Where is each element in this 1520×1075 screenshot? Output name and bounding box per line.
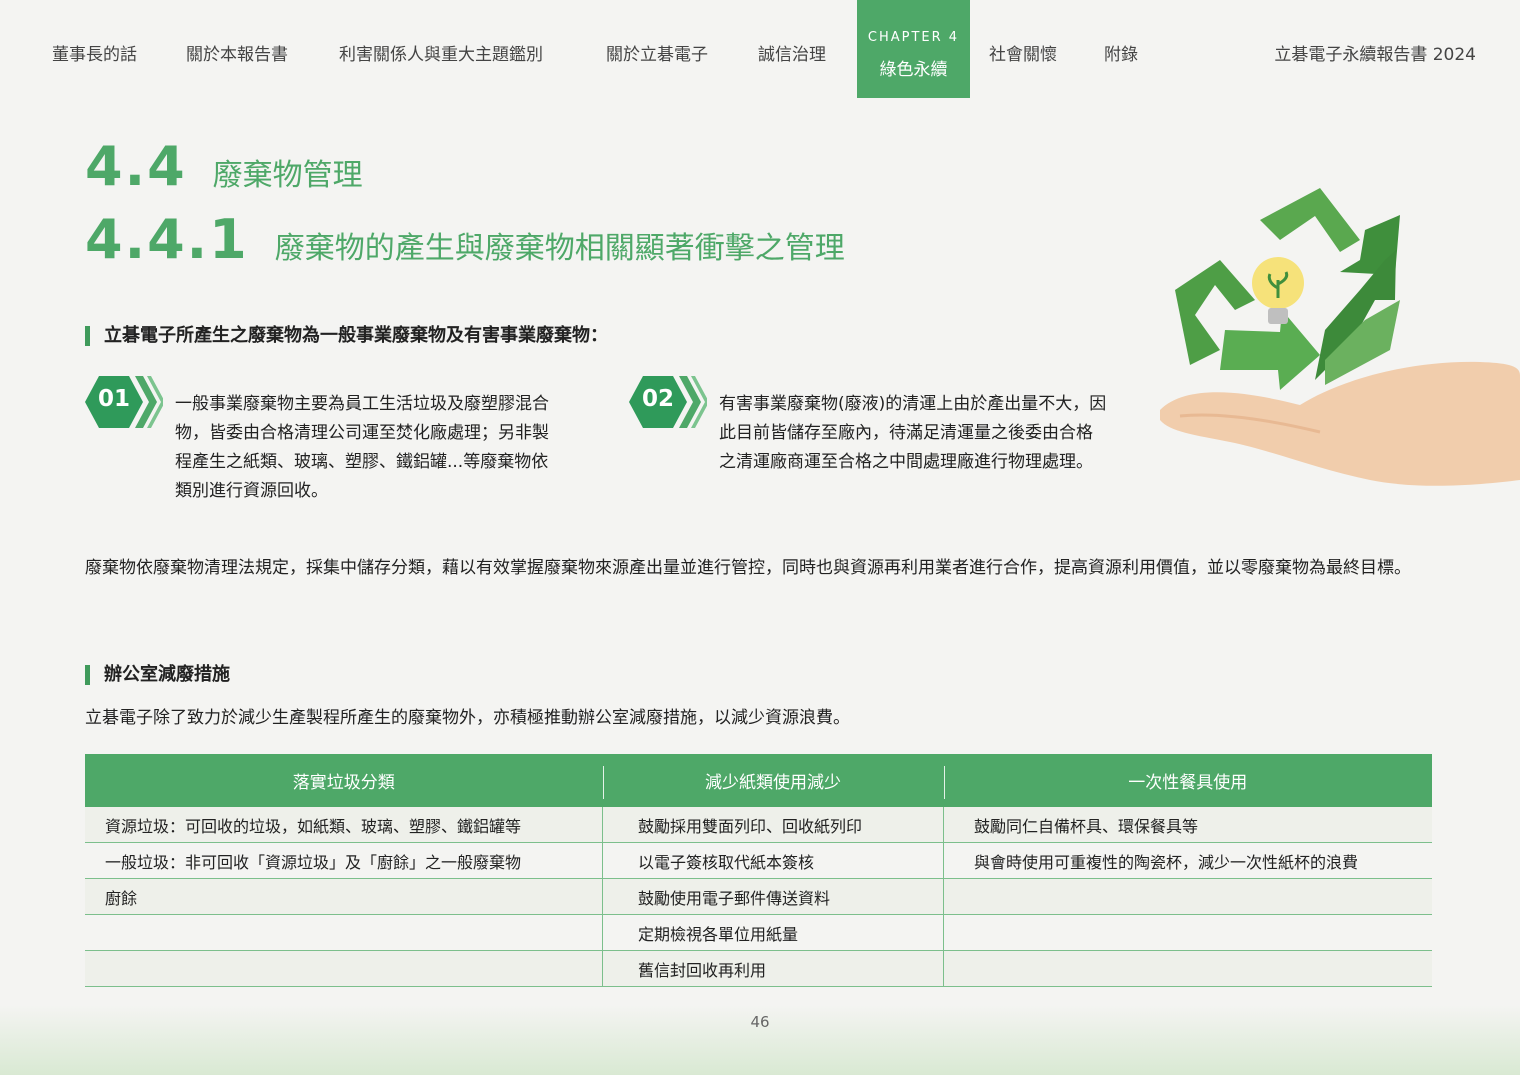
table-header: 減少紙類使用減少 xyxy=(602,754,944,807)
table-cell xyxy=(85,950,603,987)
nav-item-social-care[interactable]: 社會關懷 xyxy=(989,40,1057,65)
recycle-hand-illustration xyxy=(1150,180,1520,500)
office-paragraph: 立碁電子除了致力於減少生產製程所產生的廢棄物外，亦積極推動辦公室減廢措施，以減少… xyxy=(85,708,850,728)
nav-item-green-sustainability[interactable]: CHAPTER 4 綠色永續 xyxy=(857,0,970,98)
table-cell: 鼓勵採用雙面列印、回收紙列印 xyxy=(602,807,944,843)
table-cell: 與會時使用可重複性的陶瓷杯，減少一次性紙杯的浪費 xyxy=(943,842,1432,879)
table-row: 舊信封回收再利用 xyxy=(85,950,1432,987)
section-heading: 4.4 廢棄物管理 xyxy=(85,135,363,198)
chapter-title: 綠色永續 xyxy=(879,60,948,80)
table-header: 落實垃圾分類 xyxy=(85,754,603,807)
table-cell: 舊信封回收再利用 xyxy=(602,950,944,987)
table-cell: 一般垃圾：非可回收「資源垃圾」及「廚餘」之一般廢棄物 xyxy=(85,842,603,879)
recycle-icon xyxy=(1160,188,1520,486)
table-row: 定期檢視各單位用紙量 xyxy=(85,914,1432,951)
table-cell: 鼓勵使用電子郵件傳送資料 xyxy=(602,878,944,915)
list-item: 01 一般事業廢棄物主要為員工生活垃圾及廢塑膠混合物，皆委由合格清理公司運至焚化… xyxy=(85,372,565,506)
list-item: 02 有害事業廢棄物(廢液)的清運上由於產出量不大，因此目前皆儲存至廠內，待滿足… xyxy=(629,372,1109,477)
nav-item-about-company[interactable]: 關於立碁電子 xyxy=(606,40,708,65)
table-cell xyxy=(943,914,1432,951)
table-cell xyxy=(943,950,1432,987)
table-row: 一般垃圾：非可回收「資源垃圾」及「廚餘」之一般廢棄物 以電子簽核取代紙本簽核 與… xyxy=(85,842,1432,879)
nav-item-about-report[interactable]: 關於本報告書 xyxy=(186,40,288,65)
list-item-text: 一般事業廢棄物主要為員工生活垃圾及廢塑膠混合物，皆委由合格清理公司運至焚化廠處理… xyxy=(175,394,549,501)
table-row: 資源垃圾：可回收的垃圾，如紙類、玻璃、塑膠、鐵鋁罐等 鼓勵採用雙面列印、回收紙列… xyxy=(85,807,1432,843)
section-number: 4.4 xyxy=(85,135,187,198)
nav-item-stakeholders[interactable]: 利害關係人與重大主題鑑別 xyxy=(339,40,543,65)
section-title: 廢棄物管理 xyxy=(212,158,363,193)
table-header-row: 落實垃圾分類 減少紙類使用減少 一次性餐具使用 xyxy=(85,754,1432,807)
table-cell xyxy=(85,914,603,951)
table-row: 廚餘 鼓勵使用電子郵件傳送資料 xyxy=(85,878,1432,915)
table-header: 一次性餐具使用 xyxy=(943,754,1432,807)
number-badge: 02 xyxy=(629,372,707,432)
nav-item-governance[interactable]: 誠信治理 xyxy=(758,40,826,65)
table-cell xyxy=(943,878,1432,915)
list-item-text: 有害事業廢棄物(廢液)的清運上由於產出量不大，因此目前皆儲存至廠內，待滿足清運量… xyxy=(719,394,1107,472)
office-label: 辦公室減廢措施 xyxy=(85,665,230,685)
page-number: 46 xyxy=(750,1013,770,1031)
subsection-title: 廢棄物的產生與廢棄物相關顯著衝擊之管理 xyxy=(274,231,845,266)
number-badge: 01 xyxy=(85,372,163,432)
office-waste-table: 落實垃圾分類 減少紙類使用減少 一次性餐具使用 資源垃圾：可回收的垃圾，如紙類、… xyxy=(85,754,1432,987)
nav-item-chairman[interactable]: 董事長的話 xyxy=(52,40,137,65)
badge-number: 02 xyxy=(641,386,674,412)
intro-label: 立碁電子所產生之廢棄物為一般事業廢棄物及有害事業廢棄物： xyxy=(85,326,608,346)
report-title: 立碁電子永續報告書 2024 xyxy=(1274,45,1476,65)
subsection-heading: 4.4.1 廢棄物的產生與廢棄物相關顯著衝擊之管理 xyxy=(85,208,845,271)
nav-item-appendix[interactable]: 附錄 xyxy=(1104,40,1138,65)
table-cell: 定期檢視各單位用紙量 xyxy=(602,914,944,951)
subsection-number: 4.4.1 xyxy=(85,208,249,271)
chapter-label: CHAPTER 4 xyxy=(867,30,960,45)
top-nav: 董事長的話 關於本報告書 利害關係人與重大主題鑑別 關於立碁電子 誠信治理 CH… xyxy=(0,0,1520,100)
badge-number: 01 xyxy=(97,386,130,412)
table-cell: 以電子簽核取代紙本簽核 xyxy=(602,842,944,879)
table-cell: 資源垃圾：可回收的垃圾，如紙類、玻璃、塑膠、鐵鋁罐等 xyxy=(85,807,603,843)
table-cell: 廚餘 xyxy=(85,878,603,915)
table-cell: 鼓勵同仁自備杯具、環保餐具等 xyxy=(943,807,1432,843)
policy-paragraph: 廢棄物依廢棄物清理法規定，採集中儲存分類，藉以有效掌握廢棄物來源產出量並進行管控… xyxy=(85,558,1411,578)
